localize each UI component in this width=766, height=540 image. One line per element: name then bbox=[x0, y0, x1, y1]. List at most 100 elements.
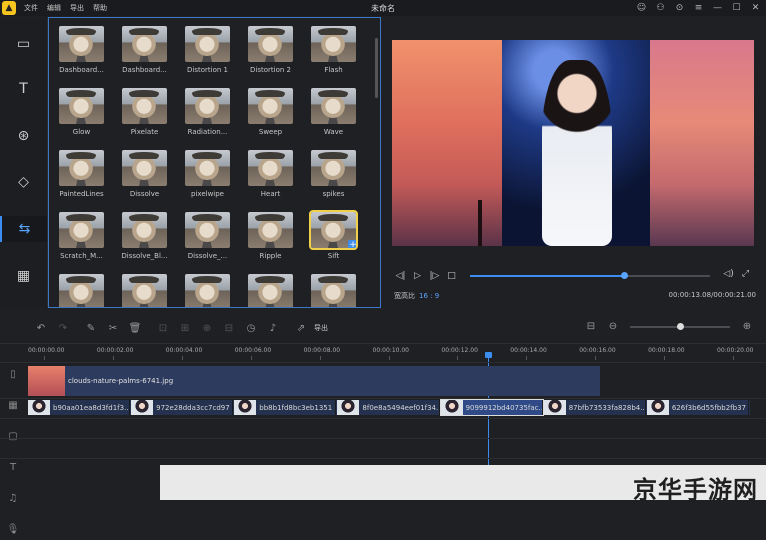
transition-thumbnail[interactable]: + bbox=[309, 210, 358, 250]
menu-edit[interactable]: 编辑 bbox=[47, 3, 61, 13]
transition-item[interactable] bbox=[185, 274, 230, 307]
timeline-ruler[interactable]: 00:00:00.00 00:00:02.00 00:00:04.00 00:00:0… bbox=[0, 343, 766, 360]
transition-thumbnail[interactable] bbox=[311, 150, 356, 186]
transition-thumbnail[interactable] bbox=[185, 88, 230, 124]
timeline-clip[interactable]: bb8b1fd8bc3eb1351 bbox=[234, 400, 337, 415]
sidebar-item-media[interactable]: ▭ bbox=[0, 31, 47, 57]
chat-icon[interactable]: ☺ bbox=[633, 3, 650, 13]
menu-icon[interactable]: ≡ bbox=[690, 3, 707, 13]
undo-icon[interactable]: ↶ bbox=[30, 323, 52, 334]
zoom-knob[interactable] bbox=[677, 322, 684, 330]
transition-thumbnail[interactable] bbox=[59, 274, 104, 307]
transition-item[interactable]: Glow bbox=[59, 88, 104, 150]
timeline-clip[interactable]: b90aa01ea8d3fd1f3... bbox=[28, 400, 131, 415]
transition-item[interactable]: Distortion 1 bbox=[185, 26, 230, 88]
maximize-icon[interactable]: ☐ bbox=[728, 3, 745, 13]
transition-item[interactable] bbox=[59, 274, 104, 307]
export-icon[interactable]: ⇗ bbox=[290, 323, 312, 334]
image-track-icon[interactable]: ▦ bbox=[0, 396, 26, 416]
panel-scrollbar[interactable] bbox=[375, 38, 378, 98]
transition-item[interactable]: Scratch_M... bbox=[59, 212, 104, 274]
seek-bar[interactable] bbox=[470, 272, 710, 279]
transition-thumbnail[interactable] bbox=[59, 150, 104, 186]
cut-icon[interactable]: ✂ bbox=[102, 323, 124, 334]
timeline-clip[interactable]: 626f3b6d55fbb2fb37 bbox=[646, 400, 749, 415]
feedback-icon[interactable]: ⊙ bbox=[671, 3, 688, 13]
resize-icon[interactable]: ⊞ bbox=[174, 323, 196, 334]
transition-item[interactable]: Distortion 2 bbox=[248, 26, 293, 88]
transition-item[interactable]: Sweep bbox=[248, 88, 293, 150]
transition-item[interactable]: Flash bbox=[311, 26, 356, 88]
transition-item[interactable]: Dissolve_... bbox=[185, 212, 230, 274]
transition-thumbnail[interactable] bbox=[248, 26, 293, 62]
sidebar-item-overlays[interactable]: ◇ bbox=[0, 169, 47, 195]
zoom-slider[interactable] bbox=[630, 322, 730, 330]
music-track-icon[interactable]: ♫ bbox=[0, 489, 26, 509]
timeline-clip-background[interactable]: clouds-nature-palms-6741.jpg bbox=[28, 366, 600, 396]
transition-item[interactable]: pixelwipe bbox=[185, 150, 230, 212]
next-frame-icon[interactable]: |▷ bbox=[426, 271, 443, 281]
text-track-icon[interactable]: T bbox=[0, 458, 26, 478]
transition-thumbnail[interactable] bbox=[122, 212, 167, 248]
sidebar-item-text[interactable]: T bbox=[0, 76, 47, 102]
overlay-track-icon[interactable]: ▢ bbox=[0, 427, 26, 447]
transition-thumbnail[interactable] bbox=[185, 26, 230, 62]
transition-item[interactable]: Dashboard... bbox=[59, 26, 104, 88]
transition-thumbnail[interactable] bbox=[248, 212, 293, 248]
play-icon[interactable]: ▷ bbox=[409, 271, 426, 281]
transition-item[interactable]: Heart bbox=[248, 150, 293, 212]
transition-thumbnail[interactable] bbox=[311, 88, 356, 124]
transition-thumbnail[interactable] bbox=[122, 274, 167, 307]
volume-icon[interactable]: ◁) bbox=[720, 269, 737, 279]
transition-thumbnail[interactable] bbox=[59, 212, 104, 248]
aspect-value[interactable]: 16 : 9 bbox=[419, 292, 439, 300]
transition-item[interactable]: spikes bbox=[311, 150, 356, 212]
menu-export[interactable]: 导出 bbox=[70, 3, 84, 13]
transition-item[interactable]: + Sift bbox=[309, 210, 358, 274]
transition-item[interactable]: Dashboard... bbox=[122, 26, 167, 88]
mosaic-icon[interactable]: ⊕ bbox=[196, 323, 218, 334]
transition-item[interactable]: Wave bbox=[311, 88, 356, 150]
transition-item[interactable]: PaintedLines bbox=[59, 150, 104, 212]
video-track-icon[interactable]: ▯ bbox=[0, 365, 26, 385]
transition-thumbnail[interactable] bbox=[185, 274, 230, 307]
transition-thumbnail[interactable] bbox=[248, 150, 293, 186]
transition-thumbnail[interactable] bbox=[122, 26, 167, 62]
pen-icon[interactable]: ✎ bbox=[80, 323, 102, 334]
transition-item[interactable] bbox=[311, 274, 356, 307]
transition-thumbnail[interactable] bbox=[248, 274, 293, 307]
crop-icon[interactable]: ⊡ bbox=[152, 323, 174, 334]
transition-thumbnail[interactable] bbox=[311, 26, 356, 62]
zoom-out-icon[interactable]: ⊖ bbox=[602, 321, 624, 332]
transition-item[interactable]: Dissolve_Bl... bbox=[121, 212, 168, 274]
redo-icon[interactable]: ↷ bbox=[52, 323, 74, 334]
transition-thumbnail[interactable] bbox=[248, 88, 293, 124]
prev-frame-icon[interactable]: ◁| bbox=[392, 271, 409, 281]
transition-item[interactable]: Dissolve bbox=[122, 150, 167, 212]
transition-thumbnail[interactable] bbox=[122, 150, 167, 186]
export-button[interactable]: 导出 bbox=[314, 323, 328, 333]
transition-thumbnail[interactable] bbox=[185, 150, 230, 186]
audio-track-icon[interactable]: 🎙 bbox=[0, 520, 26, 540]
seek-knob[interactable] bbox=[620, 272, 628, 279]
transition-item[interactable] bbox=[122, 274, 167, 307]
add-icon[interactable]: + bbox=[348, 240, 356, 248]
duration-icon[interactable]: ◷ bbox=[240, 323, 262, 334]
transition-thumbnail[interactable] bbox=[311, 274, 356, 307]
timeline-clip[interactable]: 972e28dda3cc7cd97 bbox=[131, 400, 234, 415]
menu-help[interactable]: 帮助 bbox=[93, 3, 107, 13]
fullscreen-icon[interactable]: ⤢ bbox=[737, 269, 754, 279]
transition-item[interactable]: Radiation... bbox=[185, 88, 230, 150]
sidebar-item-film[interactable]: ▦ bbox=[0, 263, 47, 289]
sidebar-item-filters[interactable]: ⊛ bbox=[0, 123, 47, 149]
zoom-in-icon[interactable]: ⊕ bbox=[736, 321, 758, 332]
sidebar-item-transitions[interactable]: ⇆ bbox=[0, 216, 47, 242]
transition-item[interactable]: Ripple bbox=[248, 212, 293, 274]
stop-icon[interactable]: □ bbox=[443, 271, 460, 281]
transition-thumbnail[interactable] bbox=[122, 88, 167, 124]
minimize-icon[interactable]: — bbox=[709, 3, 726, 13]
menu-file[interactable]: 文件 bbox=[24, 3, 38, 13]
transition-thumbnail[interactable] bbox=[59, 26, 104, 62]
user-icon[interactable]: ⚇ bbox=[652, 3, 669, 13]
freeze-icon[interactable]: ⊟ bbox=[218, 323, 240, 334]
